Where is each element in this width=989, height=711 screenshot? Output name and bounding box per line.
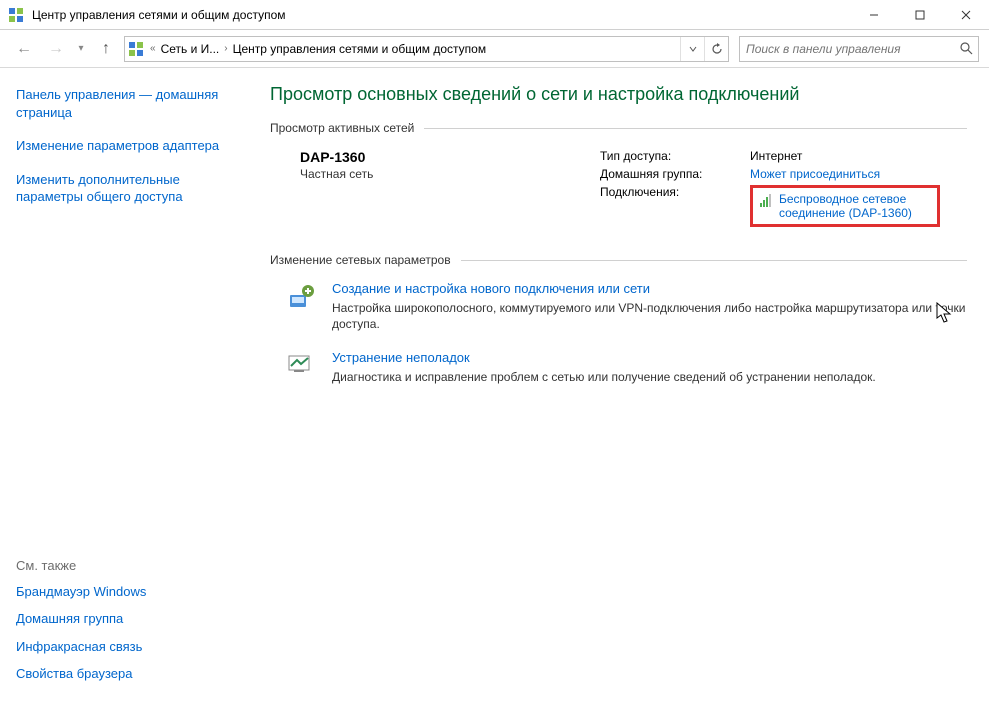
active-network-block: DAP-1360 Частная сеть Тип доступа: Интер… — [270, 149, 967, 231]
maximize-button[interactable] — [897, 0, 943, 30]
see-also-firewall[interactable]: Брандмауэр Windows — [16, 583, 224, 601]
network-type: Частная сеть — [300, 167, 600, 181]
action-new-title[interactable]: Создание и настройка нового подключения … — [332, 281, 967, 296]
action-troubleshoot-title[interactable]: Устранение неполадок — [332, 350, 876, 365]
minimize-button[interactable] — [851, 0, 897, 30]
action-troubleshoot-desc: Диагностика и исправление проблем с сеть… — [332, 369, 876, 385]
see-also-header: См. также — [16, 558, 224, 573]
connection-link[interactable]: Беспроводное сетевое соединение (DAP-136… — [779, 192, 929, 220]
navbar: ← → ▾ ↑ « Сеть и И... › Центр управления… — [0, 30, 989, 68]
network-name: DAP-1360 — [300, 149, 600, 165]
network-details: Тип доступа: Интернет Домашняя группа: М… — [600, 149, 967, 231]
action-troubleshoot: Устранение неполадок Диагностика и испра… — [286, 350, 967, 385]
back-button[interactable]: ← — [10, 35, 38, 63]
search-bar — [739, 36, 979, 62]
chevron-left-icon: « — [147, 43, 159, 54]
action-new-connection: Создание и настройка нового подключения … — [286, 281, 967, 332]
access-type-value: Интернет — [750, 149, 802, 163]
recent-locations-button[interactable]: ▾ — [74, 35, 88, 63]
window-controls — [851, 0, 989, 30]
network-center-icon — [125, 41, 147, 57]
access-type-label: Тип доступа: — [600, 149, 750, 163]
chevron-right-icon: › — [221, 43, 230, 54]
main: Панель управления — домашняя страница Из… — [0, 68, 989, 711]
search-input[interactable] — [740, 42, 954, 56]
address-dropdown-button[interactable] — [680, 37, 704, 61]
section-change-params: Изменение сетевых параметров — [270, 253, 967, 267]
see-also-infrared[interactable]: Инфракрасная связь — [16, 638, 224, 656]
sidebar-link-home[interactable]: Панель управления — домашняя страница — [16, 86, 224, 121]
sidebar-link-adapter[interactable]: Изменение параметров адаптера — [16, 137, 224, 155]
forward-button[interactable]: → — [42, 35, 70, 63]
divider — [461, 260, 967, 261]
troubleshoot-icon — [286, 350, 318, 382]
breadcrumb-current[interactable]: Центр управления сетями и общим доступом — [231, 42, 489, 56]
connections-label: Подключения: — [600, 185, 750, 199]
breadcrumb-root[interactable]: Сеть и И... — [159, 42, 222, 56]
search-button[interactable] — [954, 37, 978, 61]
divider — [424, 128, 967, 129]
homegroup-label: Домашняя группа: — [600, 167, 750, 181]
refresh-button[interactable] — [704, 37, 728, 61]
connection-highlight-box: Беспроводное сетевое соединение (DAP-136… — [750, 185, 940, 227]
section-change-label: Изменение сетевых параметров — [270, 253, 451, 267]
close-button[interactable] — [943, 0, 989, 30]
new-connection-icon — [286, 281, 318, 313]
section-active-label: Просмотр активных сетей — [270, 121, 414, 135]
see-also-browser[interactable]: Свойства браузера — [16, 665, 224, 683]
homegroup-link[interactable]: Может присоединиться — [750, 167, 880, 181]
network-info: DAP-1360 Частная сеть — [270, 149, 600, 231]
sidebar: Панель управления — домашняя страница Из… — [0, 68, 240, 711]
content: Просмотр основных сведений о сети и наст… — [240, 68, 989, 711]
page-heading: Просмотр основных сведений о сети и наст… — [270, 84, 967, 105]
address-bar[interactable]: « Сеть и И... › Центр управления сетями … — [124, 36, 729, 62]
action-new-desc: Настройка широкополосного, коммутируемог… — [332, 300, 967, 332]
sidebar-link-sharing[interactable]: Изменить дополнительные параметры общего… — [16, 171, 224, 206]
see-also-homegroup[interactable]: Домашняя группа — [16, 610, 224, 628]
titlebar: Центр управления сетями и общим доступом — [0, 0, 989, 30]
network-center-icon — [8, 7, 24, 23]
up-button[interactable]: ↑ — [92, 35, 120, 63]
wifi-signal-icon — [759, 194, 773, 208]
window-title: Центр управления сетями и общим доступом — [32, 8, 851, 22]
section-active-networks: Просмотр активных сетей — [270, 121, 967, 135]
